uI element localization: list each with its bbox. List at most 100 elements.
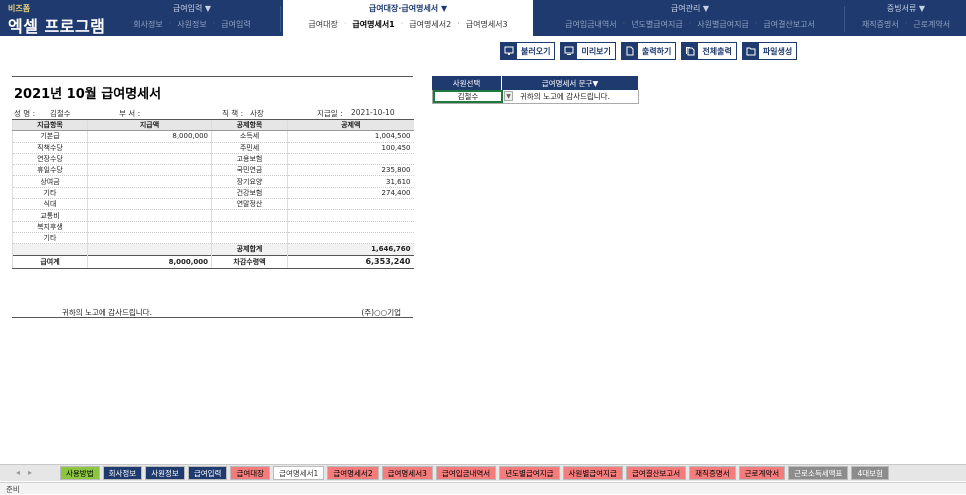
deduction-item-cell[interactable]: [211, 209, 288, 222]
deduction-item-cell[interactable]: 소득세: [211, 130, 288, 143]
pay-item-cell[interactable]: 연장수당: [12, 153, 88, 166]
pay-item-cell[interactable]: 복지후생: [12, 221, 88, 233]
deduction-amount-cell[interactable]: 31,610: [287, 175, 414, 188]
table-row: 직책수당 주민세 100,450: [12, 142, 414, 154]
sheet-tab[interactable]: 급여명세서2: [327, 466, 379, 480]
sheet-tab[interactable]: 급여입력: [187, 466, 228, 480]
preview-icon: [561, 43, 578, 59]
deduction-amount-cell[interactable]: 274,400: [287, 187, 414, 200]
pay-amount-cell[interactable]: [87, 187, 212, 200]
sheet-tab[interactable]: 사원정보: [145, 466, 185, 480]
pay-item-cell[interactable]: 교통비: [12, 209, 88, 222]
menu-item-payslip2[interactable]: 급여명세서2: [409, 19, 451, 30]
menu-title-management[interactable]: 급여관리 ▼: [540, 3, 840, 14]
menu-item-payslip1[interactable]: 급여명세서1: [352, 19, 394, 30]
menu-item-ledger[interactable]: 급여대장: [308, 19, 337, 30]
deduction-amount-cell[interactable]: [287, 209, 414, 222]
deduction-item-cell[interactable]: 고용보험: [211, 153, 288, 166]
deduction-item-cell[interactable]: 국민연금: [211, 164, 288, 177]
sheet-tab[interactable]: 4대보험: [851, 466, 889, 480]
pay-item-cell[interactable]: 식대: [12, 198, 88, 211]
deduction-amount-cell[interactable]: 100,450: [287, 142, 414, 154]
sheet-tab[interactable]: 급여입금내역서: [435, 466, 497, 480]
pay-amount-cell[interactable]: [87, 221, 212, 233]
deduction-item-cell[interactable]: 건강보험: [211, 187, 288, 200]
pay-item-cell[interactable]: 기본급: [12, 130, 88, 143]
message-cell[interactable]: 귀하의 노고에 감사드립니다.: [514, 90, 638, 103]
pay-amount-cell[interactable]: [87, 153, 212, 166]
pay-amount-cell[interactable]: [87, 198, 212, 211]
make-file-button[interactable]: 파일생성: [741, 42, 798, 60]
deduction-item-cell[interactable]: 연말정산: [211, 198, 288, 211]
pay-item-cell[interactable]: 휴일수당: [12, 164, 88, 177]
deduction-item-cell[interactable]: 장기요양: [211, 175, 288, 188]
menu-item-employee-pay[interactable]: 사원별급여지급: [697, 19, 749, 30]
top-ribbon: 비즈폼 엑셀 프로그램 급여입력 ▼ 회사정보 · 사원정보 · 급여입력 급여…: [0, 0, 966, 36]
pay-amount-cell[interactable]: [87, 175, 212, 188]
pay-item-cell[interactable]: 상여금: [12, 175, 88, 188]
brand: 비즈폼 엑셀 프로그램: [0, 0, 110, 36]
deduction-amount-cell[interactable]: [287, 198, 414, 211]
deduction-total-value: 1,646,760: [287, 243, 414, 256]
menu-item-payslip3[interactable]: 급여명세서3: [466, 19, 508, 30]
pay-amount-cell[interactable]: [87, 232, 212, 245]
tab-scroll-arrows-icon[interactable]: ◂▸: [16, 468, 40, 477]
menu-item-yearly-pay[interactable]: 년도별급여지급: [631, 19, 683, 30]
selector-col2-header[interactable]: 급여명세서 문구▼: [502, 76, 639, 90]
dropdown-arrow-icon[interactable]: ▼: [504, 91, 513, 101]
deduction-item-cell[interactable]: [211, 232, 288, 245]
sheet-tab[interactable]: 사용방법: [60, 466, 100, 480]
menu-group-management: 급여관리 ▼ 급여입금내역서 · 년도별급여지급 · 사원별급여지급 · 급여결…: [540, 0, 840, 36]
menu-title-documents[interactable]: 증빙서류 ▼: [848, 3, 964, 14]
load-button[interactable]: 불러오기: [500, 42, 556, 60]
menu-title-payroll-input[interactable]: 급여입력 ▼: [112, 3, 272, 14]
sheet-tab[interactable]: 급여대장: [230, 466, 271, 480]
pay-item-cell[interactable]: 기타: [12, 232, 88, 245]
deduction-amount-cell[interactable]: 1,004,500: [287, 130, 414, 143]
pay-item-cell[interactable]: 직책수당: [12, 142, 88, 154]
menu-item-company-info[interactable]: 회사정보: [133, 19, 162, 30]
sheet-tab[interactable]: 재직증명서: [689, 466, 736, 480]
deduction-amount-cell[interactable]: [287, 221, 414, 233]
menu-item-settlement-report[interactable]: 급여결산보고서: [763, 19, 815, 30]
sheet-tab[interactable]: 근로계약서: [738, 466, 786, 480]
employee-select-cell[interactable]: 김철수: [433, 90, 503, 103]
payslip-footer: 귀하의 노고에 감사드립니다. (주)○○기업: [12, 306, 413, 318]
name-value: 김철수: [50, 109, 71, 118]
dept-label: 부 서 :: [119, 109, 141, 118]
pay-amount-cell[interactable]: [87, 164, 212, 177]
pay-amount-cell[interactable]: [87, 142, 212, 154]
pay-amount-cell[interactable]: 8,000,000: [87, 130, 212, 143]
footer-message: 귀하의 노고에 감사드립니다.: [62, 308, 152, 317]
sheet-tab[interactable]: 급여명세서1: [273, 466, 325, 480]
paydate-value: 2021-10-10: [351, 108, 395, 117]
deduction-amount-cell[interactable]: [287, 153, 414, 166]
sheet-tab[interactable]: 근로소득세액표: [788, 466, 849, 480]
print-button[interactable]: 출력하기: [620, 42, 677, 60]
print-all-button[interactable]: 전체출력: [681, 42, 737, 60]
net-pay-value: 6,353,240: [287, 254, 414, 269]
preview-button[interactable]: 미리보기: [560, 42, 616, 60]
position-label: 직 책 :: [222, 109, 244, 118]
table-row: 기본급 8,000,000 소득세 1,004,500: [12, 130, 414, 143]
sheet-tab[interactable]: 회사정보: [102, 466, 143, 480]
deduction-amount-cell[interactable]: [287, 232, 414, 245]
deduction-item-cell[interactable]: 주민세: [211, 142, 288, 154]
pay-amount-cell[interactable]: [87, 209, 212, 222]
menu-item-employee-info[interactable]: 사원정보: [177, 19, 206, 30]
menu-item-deposit-statement[interactable]: 급여입금내역서: [565, 19, 617, 30]
menu-title-ledger[interactable]: 급여대장·급여명세서 ▼: [283, 3, 533, 14]
menu-item-labor-contract[interactable]: 근로계약서: [913, 19, 950, 30]
deduction-item-cell[interactable]: [211, 221, 288, 233]
make-file-label: 파일생성: [762, 46, 793, 56]
sheet-tab[interactable]: 급여결산보고서: [625, 466, 687, 480]
sheet-tab[interactable]: 사원별급여지급: [562, 466, 623, 480]
menu-item-payroll-input[interactable]: 급여입력: [221, 19, 250, 30]
deduction-amount-cell[interactable]: 235,800: [287, 164, 414, 177]
menu-item-employment-cert[interactable]: 재직증명서: [862, 19, 899, 30]
folder-icon: [742, 43, 759, 59]
sheet-tab[interactable]: 급여명세서3: [381, 466, 433, 480]
sheet-tab[interactable]: 년도별급여지급: [499, 466, 560, 480]
pay-item-cell[interactable]: 기타: [12, 187, 88, 200]
employee-info-row: 성 명 : 김철수 부 서 : 직 책 : 사장 지급일 : 2021-10-1…: [12, 106, 413, 119]
